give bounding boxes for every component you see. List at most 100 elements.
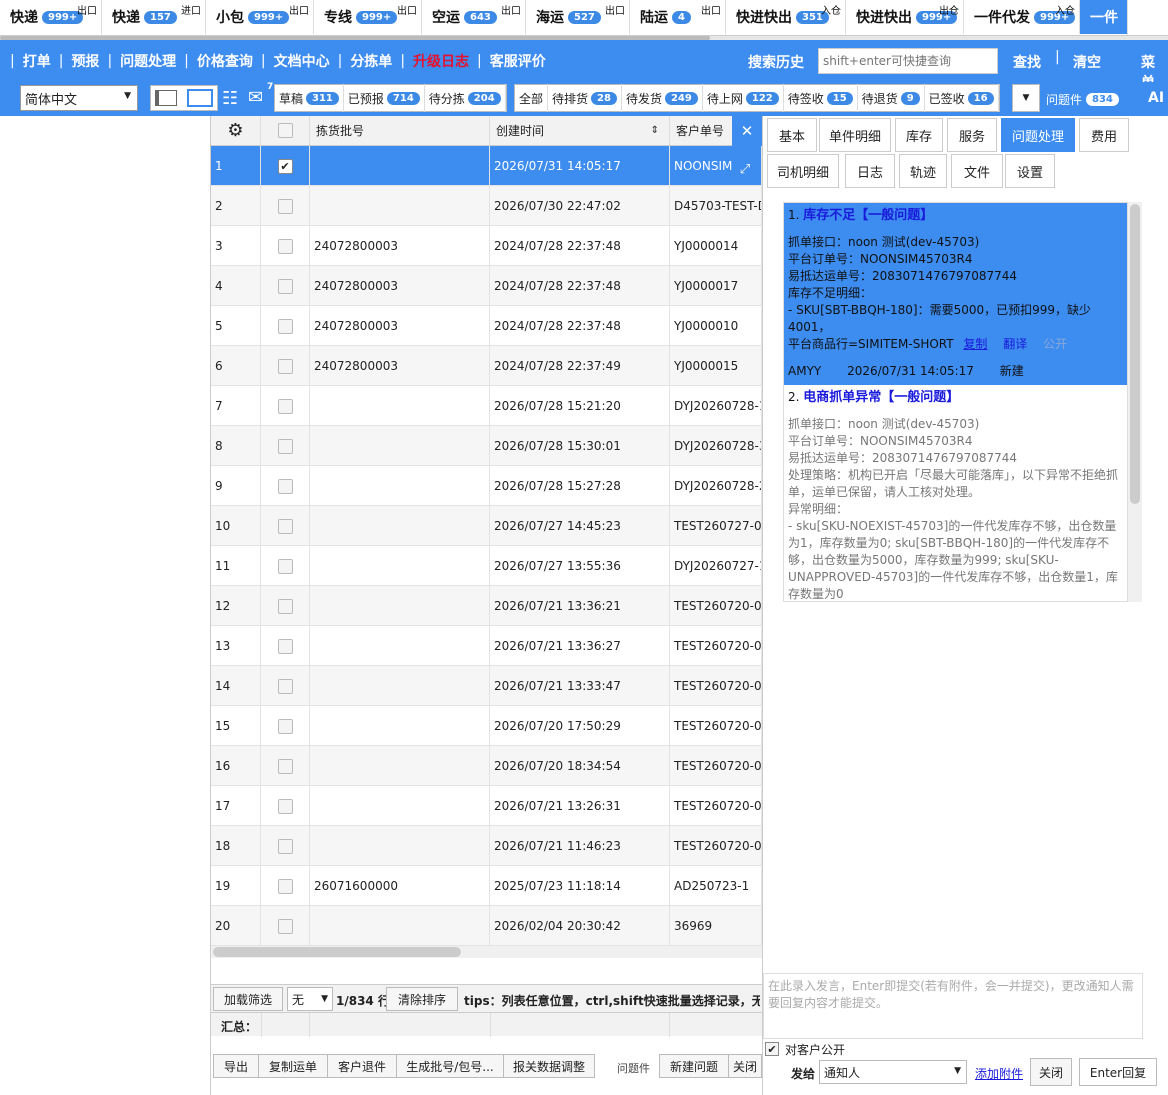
search-history-link[interactable]: 搜索历史 [748,52,804,72]
table-row[interactable]: 13 2026/07/21 13:36:27 TEST260720-00 [211,626,762,666]
mail-icon[interactable]: ✉ [248,87,263,108]
status-issue-filter[interactable]: 问题件 834 [1046,86,1119,112]
row-select-cell[interactable] [261,386,310,426]
row-select-cell[interactable] [261,666,310,706]
row-checkbox[interactable] [277,918,293,934]
top-tab[interactable]: 小包 999+ 出口 [206,0,314,34]
ai-button[interactable]: AI [1148,90,1164,106]
public-checkbox[interactable]: ✔ [765,1042,779,1056]
detail-tab[interactable]: 日志 [845,154,895,188]
row-select-cell[interactable] [261,506,310,546]
top-tab[interactable]: 海运 527 出口 [526,0,630,34]
generate-batch-button[interactable]: 生成批号/包号... [396,1054,504,1078]
row-checkbox[interactable] [277,558,293,574]
detail-tab[interactable]: 库存 [895,118,943,152]
notify-select[interactable]: 通知人 ▼ [819,1060,967,1084]
status-filter-tag[interactable]: 待退货 9 [858,84,925,112]
row-select-cell[interactable] [261,786,310,826]
menu-service-review[interactable]: 客服评价 [484,51,552,71]
new-issue-button[interactable]: 新建问题 [659,1054,729,1078]
table-row[interactable]: 3 24072800003 2024/07/28 22:37:48 YJ0000014 [211,226,762,266]
row-checkbox[interactable] [277,718,293,734]
menu-price-query[interactable]: 价格查询 [191,51,259,71]
search-input[interactable] [818,48,998,74]
row-select-cell[interactable] [261,906,310,946]
header-select-all[interactable] [261,116,310,146]
table-row[interactable]: 4 24072800003 2024/07/28 22:37:48 YJ0000017 [211,266,762,306]
table-row[interactable]: 20 2026/02/04 20:30:42 36969 [211,906,762,946]
table-row[interactable]: 5 24072800003 2024/07/28 22:37:48 YJ0000010 [211,306,762,346]
customer-return-button[interactable]: 客户退件 [327,1054,397,1078]
table-row[interactable]: 18 2026/07/21 11:46:23 TEST260720-00 [211,826,762,866]
row-checkbox[interactable] [277,278,293,294]
status-more-dropdown[interactable]: ▼ [1012,84,1040,112]
top-tab[interactable]: 一件代发 999+ 入仓 [964,0,1080,34]
row-select-cell[interactable] [261,466,310,506]
row-select-cell[interactable] [261,346,310,386]
status-filter-tag[interactable]: 待排货 28 [548,84,622,112]
row-select-cell[interactable] [261,226,310,266]
table-row[interactable]: 16 2026/07/20 18:34:54 TEST260720-00 [211,746,762,786]
table-row[interactable]: 11 2026/07/27 13:55:36 DYJ20260727-1 [211,546,762,586]
public-link[interactable]: 公开 [1043,337,1067,351]
detail-tab[interactable]: 文件 [951,154,1003,188]
row-checkbox[interactable] [277,838,293,854]
row-checkbox[interactable] [277,638,293,654]
copy-waybill-button[interactable]: 复制运单 [258,1054,328,1078]
row-select-cell[interactable] [261,546,310,586]
row-checkbox[interactable]: ✔ [277,158,293,174]
detail-tab[interactable]: 设置 [1005,154,1055,188]
issue-list-scrollbar[interactable] [1128,202,1142,602]
row-checkbox[interactable] [277,198,293,214]
status-filter-tag[interactable]: 已签收 16 [925,84,999,112]
table-row[interactable]: 1 ✔ 2026/07/31 14:05:17 NOONSIM [211,146,762,186]
status-filter-tag[interactable]: 草稿 311 [275,84,344,112]
translate-link[interactable]: 翻译 [1003,337,1027,351]
top-tab[interactable]: 快进快出 999+ 出仓 [846,0,964,34]
close-reply-button[interactable]: 关闭 [1030,1058,1072,1086]
clear-sort-button[interactable]: 清除排序 [386,987,458,1011]
column-settings-button[interactable]: ⚙ [211,116,261,146]
grid-horizontal-scrollbar[interactable] [211,946,762,958]
status-filter-tag[interactable]: 全部 [515,84,549,112]
top-tab[interactable]: 专线 999+ 出口 [314,0,422,34]
column-header-created[interactable]: 创建时间 ⇕ [490,116,670,146]
row-checkbox[interactable] [277,478,293,494]
table-row[interactable]: 15 2026/07/20 17:50:29 TEST260720-00 [211,706,762,746]
expand-panel-button[interactable]: ⤢ [732,156,758,182]
row-checkbox[interactable] [277,758,293,774]
status-filter-tag[interactable]: 待签收 15 [784,84,858,112]
issue-item[interactable]: 1. 库存不足【一般问题】 抓单接口：noon 测试(dev-45703) 平台订… [784,203,1127,385]
detail-tab[interactable]: 服务 [947,118,997,152]
add-attachment-link[interactable]: 添加附件 [975,1065,1023,1082]
enter-reply-button[interactable]: Enter回复 [1079,1058,1157,1086]
menu-issue-handling[interactable]: 问题处理 [114,51,182,71]
status-filter-tag[interactable]: 已预报 714 [344,84,425,112]
filter-select[interactable]: 无 ▼ [287,987,333,1011]
reply-input[interactable]: 在此录入发言，Enter即提交(若有附件，会一并提交)，更改通知人需要回复内容才… [763,973,1143,1039]
language-select[interactable]: 简体中文 ▼ [20,85,138,111]
status-filter-tag[interactable]: 待上网 122 [703,84,784,112]
table-row[interactable]: 14 2026/07/21 13:33:47 TEST260720-00 [211,666,762,706]
detail-tab[interactable]: 司机明细 [767,154,839,188]
row-checkbox[interactable] [277,518,293,534]
copy-link[interactable]: 复制 [963,337,987,351]
row-select-cell[interactable] [261,186,310,226]
close-issue-button[interactable]: 关闭 [728,1054,762,1078]
row-checkbox[interactable] [277,798,293,814]
menu-document-center[interactable]: 文档中心 [268,51,336,71]
row-checkbox[interactable] [277,238,293,254]
customs-adjust-button[interactable]: 报关数据调整 [503,1054,595,1078]
row-select-cell[interactable] [261,626,310,666]
table-row[interactable]: 7 2026/07/28 15:21:20 DYJ20260728-1 [211,386,762,426]
row-select-cell[interactable]: ✔ [261,146,310,186]
table-row[interactable]: 19 26071600000 2025/07/23 11:18:14 AD250723… [211,866,762,906]
row-checkbox[interactable] [277,318,293,334]
row-checkbox[interactable] [277,678,293,694]
top-tab[interactable]: 快递 999+ 出口 [0,0,102,34]
row-select-cell[interactable] [261,746,310,786]
export-button[interactable]: 导出 [213,1054,259,1078]
sort-icon[interactable]: ⇕ [651,125,659,136]
top-tab[interactable]: 一件 [1080,0,1128,34]
load-filter-button[interactable]: 加载筛选 [213,987,283,1011]
